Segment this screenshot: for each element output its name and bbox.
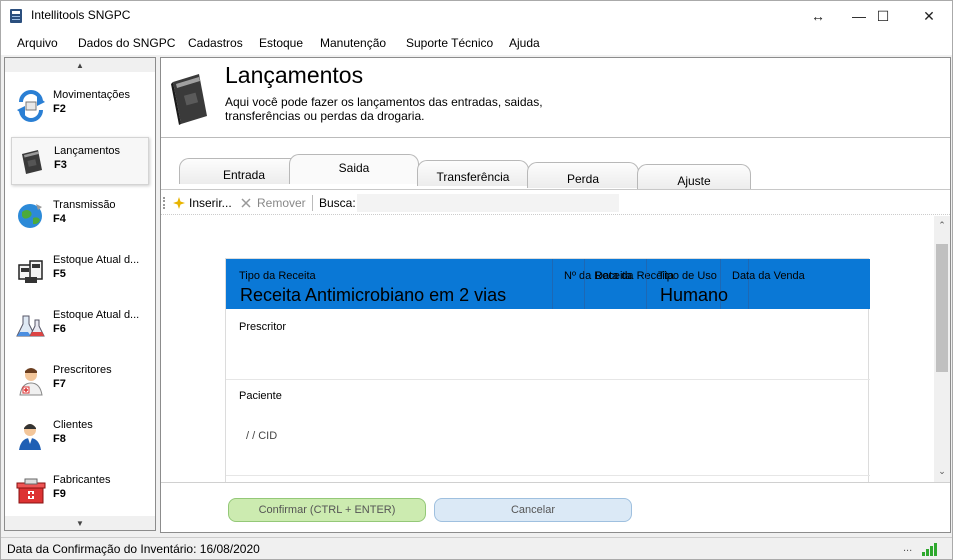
sidebar-item-label: Fabricantes [53,474,111,486]
sidebar-item-shortcut: F9 [53,488,66,500]
column-data-venda: Data da Venda [732,270,805,282]
toolbar: Inserir... Remover Busca: [161,189,950,215]
sidebar-item-estoque-atual-2[interactable]: Estoque Atual d... F6 [11,302,149,350]
sidebar-item-movimentacoes[interactable]: Movimentações F2 [11,82,149,130]
remove-button[interactable]: Remover [257,196,306,210]
remove-icon [241,198,251,208]
section-divider [226,475,870,476]
window-title: Intellitools SNGPC [31,8,131,22]
tipo-receita-value: Receita Antimicrobiano em 2 vias [240,285,507,305]
sidebar-item-transmissao[interactable]: Transmissão F4 [11,192,149,240]
insert-button[interactable]: Inserir... [189,196,232,210]
boxes-icon [18,260,43,283]
sidebar-item-lancamentos[interactable]: Lançamentos F3 [11,137,149,185]
sidebar-item-shortcut: F3 [54,159,67,171]
sidebar-scroll-down[interactable]: ▼ [5,516,155,530]
column-divider [584,259,585,309]
sidebar-item-clientes[interactable]: Clientes F8 [11,412,149,460]
search-label: Busca: [319,196,356,210]
sidebar-item-label: Prescritores [53,364,112,376]
menu-estoque[interactable]: Estoque [259,36,303,50]
tab-bar: Entrada Saida Transferência Perda Ajuste [161,154,950,190]
scrollbar-thumb[interactable] [936,244,948,372]
menu-suporte-tecnico[interactable]: Suporte Técnico [406,36,493,50]
tipo-uso-value: Humano [660,285,729,305]
column-divider [552,259,553,309]
sale-card: Tipo da Receita Nº da Receita Data da Re… [225,258,870,482]
tab-transferencia[interactable]: Transferência [417,160,529,186]
sidebar-item-estoque-atual-1[interactable]: Estoque Atual d... F5 [11,247,149,295]
sidebar-item-label: Estoque Atual d... [53,309,140,321]
resize-icon[interactable]: ↔ [796,1,840,31]
sidebar-item-shortcut: F2 [53,103,66,115]
sidebar-item-shortcut: F7 [53,378,66,390]
sidebar-item-fabricantes[interactable]: Fabricantes F9 [11,467,149,515]
sidebar-item-prescritores[interactable]: Prescritores F7 [11,357,149,405]
title-bar: Intellitools SNGPC ↔ — ☐ ✕ [1,1,952,31]
doctor-icon [19,368,43,396]
sidebar-item-label: Lançamentos [54,145,121,157]
chevron-down-icon[interactable]: ⌄ [934,466,950,480]
tab-perda[interactable]: Perda [527,162,639,188]
footer-actions: Confirmar (CTRL + ENTER) Cancelar [161,482,950,532]
menu-bar: Arquivo Dados do SNGPC Cadastros Estoque… [1,31,952,55]
app-icon [10,9,22,23]
section-divider [226,379,870,380]
sidebar-item-label: Clientes [53,419,93,431]
menu-cadastros[interactable]: Cadastros [188,36,243,50]
sidebar-item-shortcut: F8 [53,433,66,445]
globe-icon [18,204,42,228]
inventory-date-status: Data da Confirmação do Inventário: 16/08… [7,542,260,556]
content-scrollbar[interactable]: ⌃ ⌄ [934,216,950,482]
menu-manutencao[interactable]: Manutenção [320,36,386,50]
chevron-up-icon[interactable]: ⌃ [934,220,950,234]
page-description: Aqui você pode fazer os lançamentos das … [225,95,543,123]
main-panel: Lançamentos Aqui você pode fazer os lanç… [160,57,951,533]
cancel-button[interactable]: Cancelar [434,498,632,522]
sidebar: ▲ Movimentações F2 Lançamentos F3 Transm… [4,57,156,531]
sidebar-item-label: Transmissão [53,199,116,211]
column-tipo-receita: Tipo da Receita [239,270,316,282]
app-window: Intellitools SNGPC ↔ — ☐ ✕ Arquivo Dados… [0,0,953,560]
close-button[interactable]: ✕ [906,1,952,31]
content-area: Tipo da Receita Nº da Receita Data da Re… [161,216,934,482]
page-title: Lançamentos [225,62,364,88]
paciente-label: Paciente [239,390,282,402]
sidebar-item-label: Estoque Atual d... [53,254,140,266]
search-input[interactable] [357,194,619,212]
menu-ajuda[interactable]: Ajuda [509,36,540,50]
confirm-button[interactable]: Confirmar (CTRL + ENTER) [228,498,426,522]
sidebar-item-shortcut: F4 [53,213,66,225]
insert-icon [173,197,185,209]
sale-card-header[interactable]: Tipo da Receita Nº da Receita Data da Re… [226,259,870,309]
page-header: Lançamentos Aqui você pode fazer os lanç… [161,58,950,138]
factory-icon [16,478,46,504]
client-icon [19,424,41,450]
menu-arquivo[interactable]: Arquivo [17,36,58,50]
column-divider [748,259,749,309]
menu-dados-sngpc[interactable]: Dados do SNGPC [78,36,175,50]
sidebar-item-label: Movimentações [53,89,131,101]
toolbar-grip [163,197,165,209]
status-bar: Data da Confirmação do Inventário: 16/08… [1,537,952,559]
flask-icon [16,315,45,337]
column-tipo-uso: Tipo de Uso [658,270,717,282]
sidebar-item-shortcut: F5 [53,268,66,280]
book-icon [171,74,207,125]
prescritor-field[interactable] [239,337,839,375]
tab-saida[interactable]: Saida [289,154,419,184]
tab-ajuste[interactable]: Ajuste [637,164,751,190]
signal-icon [922,543,937,556]
status-dots: ... [903,542,913,554]
prescritor-label: Prescritor [239,321,287,333]
maximize-button[interactable]: ☐ [860,1,906,31]
paciente-cid-field[interactable]: / / CID [246,430,277,442]
sidebar-item-shortcut: F6 [53,323,66,335]
column-divider [646,259,647,309]
toolbar-separator [312,195,313,211]
book-icon [22,150,42,174]
sidebar-scroll-up[interactable]: ▲ [5,58,155,72]
movimentacoes-icon [17,90,45,122]
